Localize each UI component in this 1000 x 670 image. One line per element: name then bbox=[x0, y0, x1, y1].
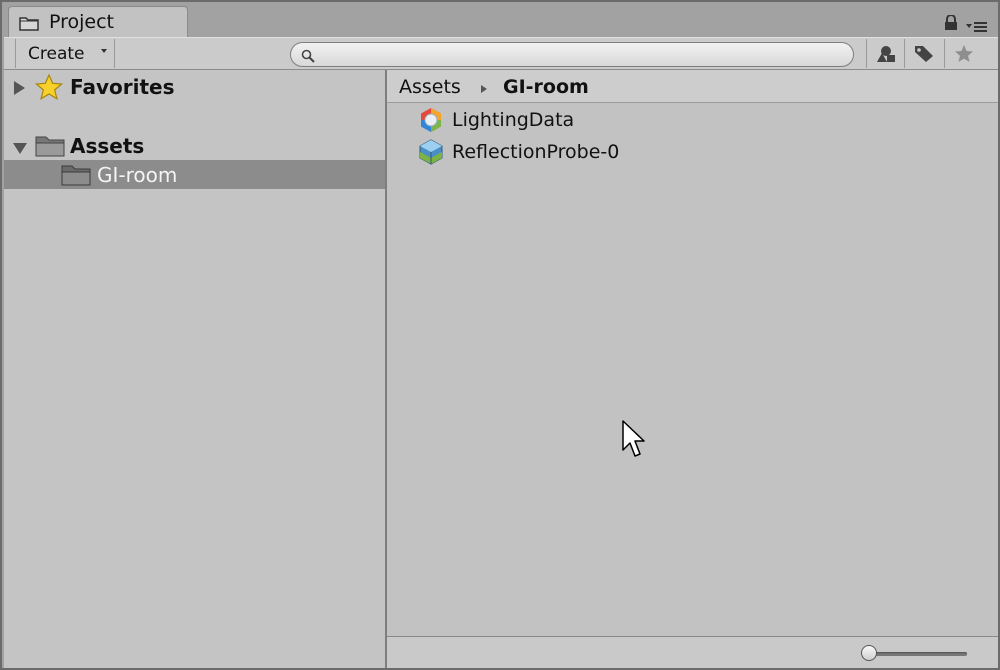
item-label: ReflectionProbe-0 bbox=[452, 141, 620, 163]
breadcrumb-current[interactable]: GI-room bbox=[503, 76, 589, 98]
panel-menu-icon[interactable] bbox=[966, 18, 988, 37]
star-icon bbox=[955, 45, 973, 62]
search-input[interactable] bbox=[319, 45, 843, 65]
list-item[interactable]: ReflectionProbe-0 bbox=[417, 138, 677, 166]
breadcrumb-separator-icon bbox=[481, 85, 487, 93]
reflection-probe-icon bbox=[417, 138, 445, 170]
zoom-footer bbox=[387, 636, 998, 668]
asset-browser: Assets GI-room LightingData ReflectionPr… bbox=[387, 70, 998, 668]
expand-arrow-icon[interactable] bbox=[14, 81, 25, 95]
tab-project[interactable]: Project bbox=[8, 6, 188, 37]
folder-icon bbox=[61, 163, 91, 191]
tree-label: Favorites bbox=[70, 75, 175, 99]
search-icon bbox=[301, 48, 315, 67]
breadcrumb: Assets GI-room bbox=[387, 70, 998, 103]
project-window: Project Create Favorites Assets GI-room … bbox=[0, 0, 1000, 670]
tree-item-gi-room[interactable]: GI-room bbox=[4, 160, 385, 189]
filter-by-type-icon bbox=[877, 46, 895, 62]
filter-by-type-button[interactable] bbox=[866, 39, 904, 68]
folder-tree: Favorites Assets GI-room bbox=[4, 70, 387, 668]
folder-icon bbox=[35, 134, 65, 162]
tree-item-assets[interactable]: Assets bbox=[4, 132, 385, 161]
tree-label: GI-room bbox=[97, 163, 178, 187]
toolbar: Create bbox=[4, 37, 998, 70]
filter-by-label-button[interactable] bbox=[904, 39, 942, 68]
list-item[interactable]: LightingData bbox=[417, 106, 657, 134]
lighting-data-icon bbox=[417, 106, 445, 138]
star-icon bbox=[34, 73, 64, 104]
favorite-button[interactable] bbox=[944, 39, 982, 68]
create-button[interactable]: Create bbox=[15, 39, 115, 68]
breadcrumb-assets[interactable]: Assets bbox=[399, 76, 461, 98]
tree-item-favorites[interactable]: Favorites bbox=[4, 73, 385, 102]
dropdown-arrow-icon bbox=[101, 49, 107, 53]
item-label: LightingData bbox=[452, 109, 575, 131]
zoom-slider-track[interactable] bbox=[867, 652, 967, 656]
create-label: Create bbox=[28, 44, 85, 64]
tree-label: Assets bbox=[70, 134, 145, 158]
collapse-arrow-icon[interactable] bbox=[13, 143, 27, 154]
search-field[interactable] bbox=[290, 42, 854, 67]
tab-label: Project bbox=[49, 11, 115, 33]
lock-icon[interactable] bbox=[944, 14, 958, 35]
zoom-slider-thumb[interactable] bbox=[861, 645, 877, 661]
filter-by-label-icon bbox=[915, 46, 933, 62]
mouse-cursor-icon bbox=[622, 420, 646, 462]
folder-icon bbox=[19, 15, 39, 35]
